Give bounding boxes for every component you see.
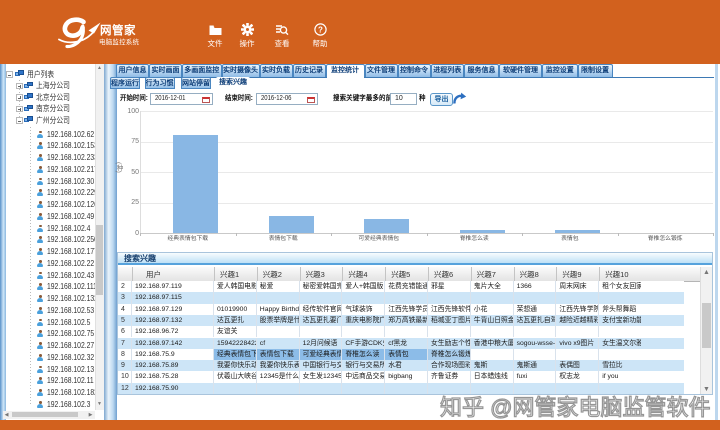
svg-text:?: ? (318, 25, 323, 34)
